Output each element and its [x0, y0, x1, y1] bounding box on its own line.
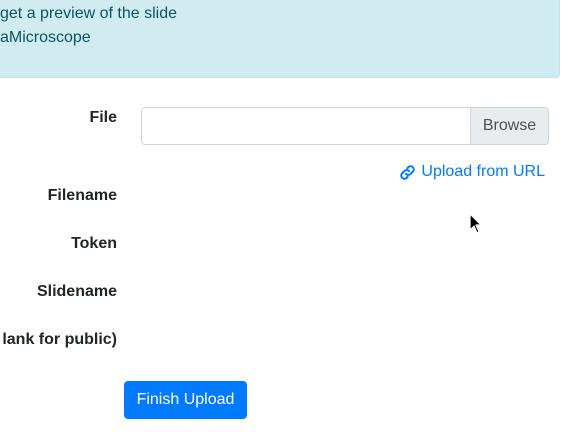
upload-page: get a preview of the slide aMicroscope F…: [0, 0, 566, 432]
file-label: File: [89, 109, 117, 126]
filename-label: Filename: [47, 187, 117, 204]
file-input-group[interactable]: Browse: [141, 107, 549, 145]
info-text-line-2: aMicroscope: [0, 29, 91, 46]
token-label: Token: [71, 235, 117, 252]
link-icon: [400, 164, 416, 180]
info-text-line-1: get a preview of the slide: [0, 5, 177, 22]
browse-button[interactable]: Browse: [470, 108, 548, 144]
mouse-cursor-icon: [469, 213, 482, 234]
upload-from-url-link[interactable]: Upload from URL: [399, 163, 545, 181]
public-label: lank for public): [2, 331, 117, 348]
slidename-label: Slidename: [36, 283, 117, 300]
file-input[interactable]: [142, 108, 471, 144]
info-alert: get a preview of the slide aMicroscope: [0, 0, 560, 78]
upload-from-url-label: Upload from URL: [421, 163, 545, 180]
finish-upload-button[interactable]: Finish Upload: [124, 381, 247, 419]
